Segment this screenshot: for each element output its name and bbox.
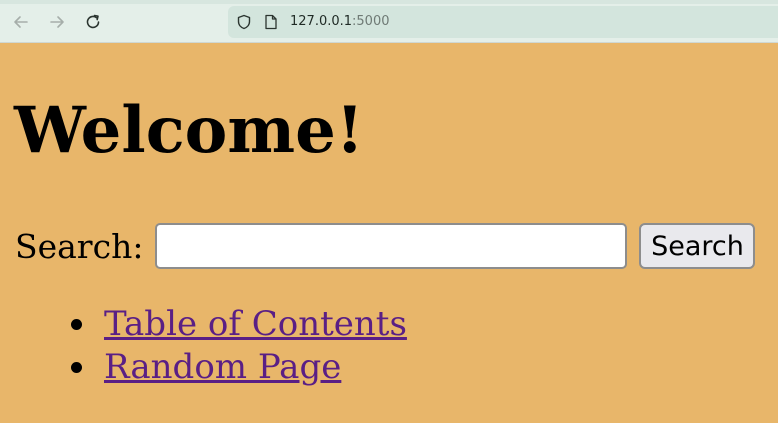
address-bar[interactable]: 127.0.0.1:5000 — [228, 6, 778, 38]
shield-icon[interactable] — [236, 14, 252, 30]
table-of-contents-link[interactable]: Table of Contents — [104, 304, 407, 344]
search-input[interactable] — [155, 223, 628, 269]
browser-toolbar: 127.0.0.1:5000 — [0, 0, 778, 43]
forward-button[interactable] — [43, 9, 71, 35]
page-content: Welcome! Search: Search Table of Content… — [0, 43, 778, 423]
url-text[interactable]: 127.0.0.1:5000 — [290, 13, 390, 31]
search-form: Search: Search — [15, 223, 756, 269]
random-page-link[interactable]: Random Page — [104, 347, 341, 387]
bullet-icon — [71, 362, 82, 373]
search-button[interactable]: Search — [639, 223, 756, 269]
list-item-table-of-contents: Table of Contents — [71, 303, 407, 346]
arrow-left-icon — [14, 16, 28, 28]
url-port: :5000 — [352, 14, 390, 29]
arrow-right-icon — [50, 16, 64, 28]
search-label: Search: — [15, 226, 144, 266]
reload-icon — [86, 14, 100, 29]
list-item-random-page: Random Page — [71, 346, 407, 389]
bullet-icon — [71, 319, 82, 330]
link-list: Table of Contents Random Page — [0, 303, 407, 389]
back-button[interactable] — [7, 9, 35, 35]
reload-button[interactable] — [79, 9, 107, 35]
url-host: 127.0.0.1 — [290, 14, 353, 29]
toolbar-top-border — [0, 0, 778, 4]
page-icon — [265, 14, 277, 30]
page-title: Welcome! — [14, 93, 364, 168]
